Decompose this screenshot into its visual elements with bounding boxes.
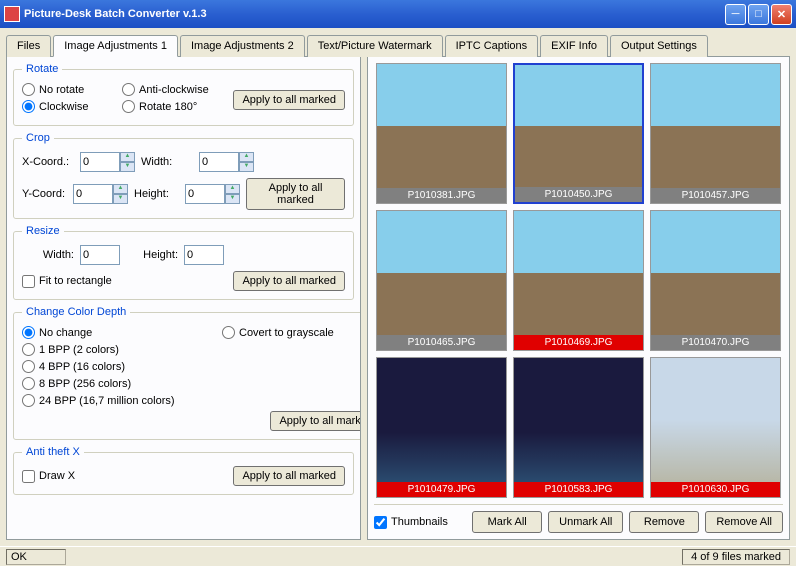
thumbnail-image — [514, 358, 643, 482]
remove-button[interactable]: Remove — [629, 511, 699, 533]
resize-w-label: Width: — [22, 249, 74, 261]
tab-text-picture-watermark[interactable]: Text/Picture Watermark — [307, 35, 443, 57]
crop-w-label: Width: — [141, 156, 193, 168]
grayscale-radio[interactable]: Covert to grayscale — [222, 326, 361, 339]
resize-legend: Resize — [22, 225, 64, 237]
rotate-apply-button[interactable]: Apply to all marked — [233, 90, 345, 110]
thumbnail-label: P1010630.JPG — [651, 482, 780, 497]
thumbnail-item[interactable]: P1010469.JPG — [513, 210, 644, 351]
draw-x-checkbox[interactable]: Draw X — [22, 470, 75, 483]
depth-apply-button[interactable]: Apply to all marked — [270, 411, 361, 431]
resize-w-input[interactable] — [80, 245, 120, 265]
thumbnail-image — [515, 65, 642, 187]
mark-all-button[interactable]: Mark All — [472, 511, 542, 533]
tab-bar: FilesImage Adjustments 1Image Adjustment… — [0, 28, 796, 56]
crop-legend: Crop — [22, 132, 54, 144]
resize-h-input[interactable] — [184, 245, 224, 265]
crop-h-label: Height: — [134, 188, 179, 200]
thumbnail-item[interactable]: P1010465.JPG — [376, 210, 507, 351]
thumbnail-image — [651, 211, 780, 335]
thumbnail-item[interactable]: P1010381.JPG — [376, 63, 507, 204]
crop-w-input[interactable] — [199, 152, 239, 172]
rotate-anti-clockwise-radio[interactable]: Anti-clockwise — [122, 83, 222, 96]
rotate-clockwise-radio[interactable]: Clockwise — [22, 100, 122, 113]
thumbnail-label: P1010470.JPG — [651, 335, 780, 350]
minimize-button[interactable]: ─ — [725, 4, 746, 25]
spin-down-icon[interactable]: ▼ — [120, 162, 135, 172]
tab-image-adjustments-1[interactable]: Image Adjustments 1 — [53, 35, 178, 57]
settings-panel: Rotate No rotateAnti-clockwiseClockwiseR… — [6, 56, 361, 540]
titlebar: Picture-Desk Batch Converter v.1.3 ─ □ ✕ — [0, 0, 796, 28]
thumbnail-label: P1010469.JPG — [514, 335, 643, 350]
app-icon — [4, 6, 20, 22]
thumbnail-image — [377, 358, 506, 482]
thumbnail-image — [377, 64, 506, 188]
thumbnail-label: P1010450.JPG — [515, 187, 642, 202]
rotate-rotate-180--radio[interactable]: Rotate 180° — [122, 100, 222, 113]
tab-files[interactable]: Files — [6, 35, 51, 57]
thumbnail-item[interactable]: P1010583.JPG — [513, 357, 644, 498]
resize-group: Resize Width: Height: Fit to rectangle A… — [13, 225, 354, 300]
thumbnail-image — [651, 64, 780, 188]
depth-24-bpp-16-7-million-colors--radio[interactable]: 24 BPP (16,7 million colors) — [22, 394, 222, 407]
thumbnail-label: P1010479.JPG — [377, 482, 506, 497]
window-title: Picture-Desk Batch Converter v.1.3 — [24, 8, 725, 20]
rotate-group: Rotate No rotateAnti-clockwiseClockwiseR… — [13, 63, 354, 126]
crop-h-input[interactable] — [185, 184, 225, 204]
crop-x-label: X-Coord.: — [22, 156, 74, 168]
rotate-legend: Rotate — [22, 63, 62, 75]
tab-exif-info[interactable]: EXIF Info — [540, 35, 608, 57]
thumbnail-panel: P1010381.JPG P1010450.JPG P1010457.JPG P101… — [367, 56, 790, 540]
close-button[interactable]: ✕ — [771, 4, 792, 25]
thumbnail-item[interactable]: P1010470.JPG — [650, 210, 781, 351]
tab-image-adjustments-2[interactable]: Image Adjustments 2 — [180, 35, 305, 57]
depth-4-bpp-16-colors--radio[interactable]: 4 BPP (16 colors) — [22, 360, 222, 373]
depth-8-bpp-256-colors--radio[interactable]: 8 BPP (256 colors) — [22, 377, 222, 390]
color-depth-legend: Change Color Depth — [22, 306, 130, 318]
status-right: 4 of 9 files marked — [682, 549, 790, 565]
thumbnail-label: P1010583.JPG — [514, 482, 643, 497]
thumbnail-label: P1010381.JPG — [377, 188, 506, 203]
crop-group: Crop X-Coord.: ▲▼ Width: ▲▼ Y-Coord: ▲▼ … — [13, 132, 354, 219]
anti-theft-group: Anti theft X Draw X Apply to all marked — [13, 446, 354, 495]
remove-all-button[interactable]: Remove All — [705, 511, 783, 533]
resize-h-label: Height: — [126, 249, 178, 261]
status-left: OK — [6, 549, 66, 565]
thumbnail-image — [651, 358, 780, 482]
status-bar: OK 4 of 9 files marked — [0, 546, 796, 566]
spin-down-icon[interactable]: ▼ — [239, 162, 254, 172]
thumbnail-image — [377, 211, 506, 335]
anti-theft-legend: Anti theft X — [22, 446, 84, 458]
thumbnail-item[interactable]: P1010457.JPG — [650, 63, 781, 204]
thumbnail-label: P1010465.JPG — [377, 335, 506, 350]
crop-y-input[interactable] — [73, 184, 113, 204]
thumbnail-label: P1010457.JPG — [651, 188, 780, 203]
fit-rectangle-checkbox[interactable]: Fit to rectangle — [22, 275, 112, 288]
thumbnail-item[interactable]: P1010479.JPG — [376, 357, 507, 498]
depth-no-change-radio[interactable]: No change — [22, 326, 222, 339]
maximize-button[interactable]: □ — [748, 4, 769, 25]
resize-apply-button[interactable]: Apply to all marked — [233, 271, 345, 291]
thumbnail-image — [514, 211, 643, 335]
spin-down-icon[interactable]: ▼ — [225, 194, 240, 204]
thumbnails-checkbox[interactable]: Thumbnails — [374, 516, 448, 529]
crop-y-label: Y-Coord: — [22, 188, 67, 200]
rotate-no-rotate-radio[interactable]: No rotate — [22, 83, 122, 96]
color-depth-group: Change Color Depth No change 1 BPP (2 col… — [13, 306, 361, 440]
spin-up-icon[interactable]: ▲ — [239, 152, 254, 162]
thumbnail-item[interactable]: P1010630.JPG — [650, 357, 781, 498]
crop-x-input[interactable] — [80, 152, 120, 172]
thumbnail-item[interactable]: P1010450.JPG — [513, 63, 644, 204]
tab-iptc-captions[interactable]: IPTC Captions — [445, 35, 539, 57]
crop-apply-button[interactable]: Apply to all marked — [246, 178, 345, 210]
spin-up-icon[interactable]: ▲ — [113, 184, 128, 194]
spin-down-icon[interactable]: ▼ — [113, 194, 128, 204]
unmark-all-button[interactable]: Unmark All — [548, 511, 623, 533]
antitheft-apply-button[interactable]: Apply to all marked — [233, 466, 345, 486]
spin-up-icon[interactable]: ▲ — [225, 184, 240, 194]
depth-1-bpp-2-colors--radio[interactable]: 1 BPP (2 colors) — [22, 343, 222, 356]
tab-output-settings[interactable]: Output Settings — [610, 35, 708, 57]
spin-up-icon[interactable]: ▲ — [120, 152, 135, 162]
